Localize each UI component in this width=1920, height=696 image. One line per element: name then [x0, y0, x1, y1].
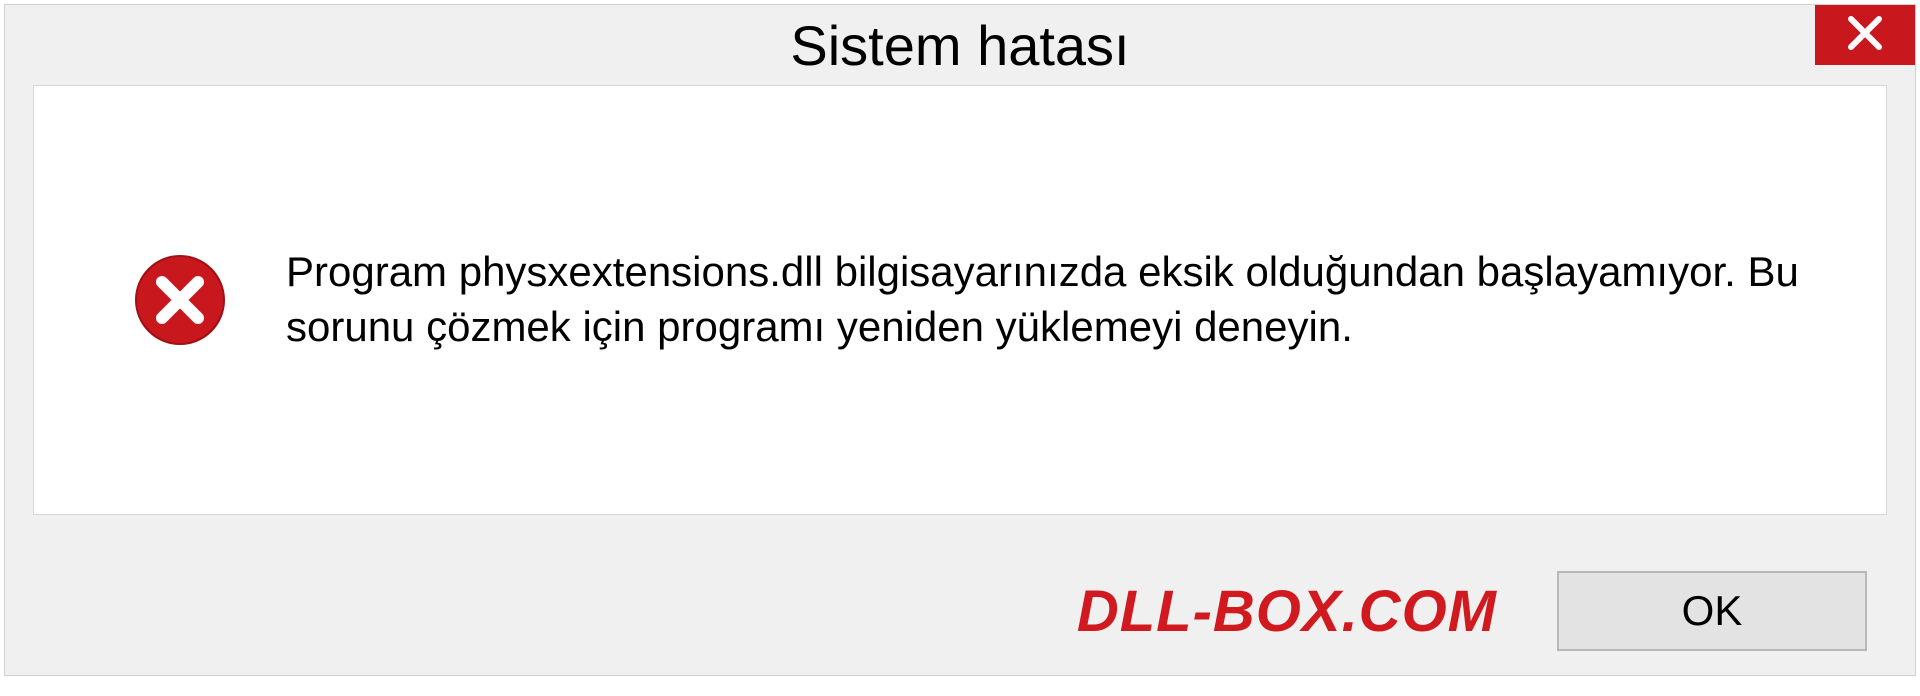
dialog-title: Sistem hatası [790, 13, 1129, 78]
titlebar: Sistem hatası [5, 5, 1915, 85]
dialog-footer: DLL-BOX.COM OK [5, 571, 1915, 651]
error-icon [134, 254, 226, 346]
ok-button[interactable]: OK [1557, 571, 1867, 651]
content-panel: Program physxextensions.dll bilgisayarın… [33, 85, 1887, 515]
error-message: Program physxextensions.dll bilgisayarın… [286, 245, 1846, 354]
watermark-text: DLL-BOX.COM [1077, 578, 1497, 645]
error-dialog: Sistem hatası Program physxextensions.dl… [4, 4, 1916, 676]
close-button[interactable] [1815, 5, 1915, 65]
ok-button-label: OK [1682, 587, 1743, 635]
close-icon [1845, 13, 1885, 58]
